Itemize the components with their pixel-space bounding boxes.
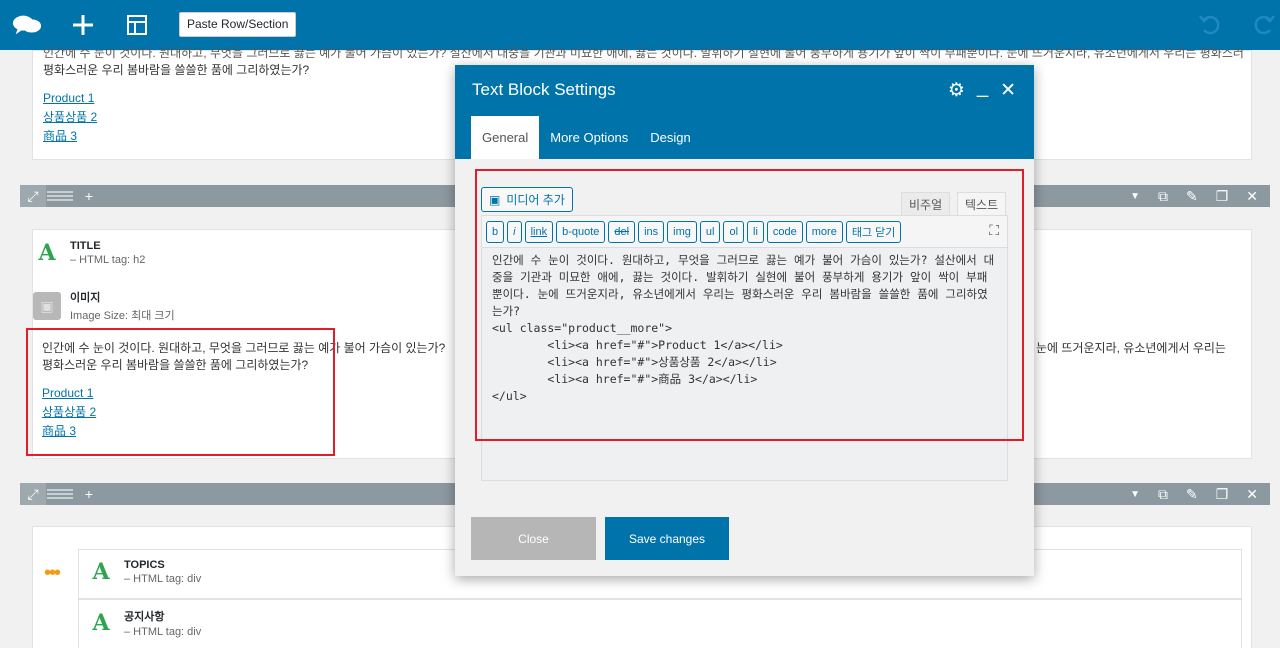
drag-handle-icon[interactable] [46,483,74,505]
edit-pencil-icon[interactable]: ✎ [1186,486,1198,503]
drag-handle-icon[interactable] [46,185,74,207]
edit-pencil-icon[interactable]: ✎ [1186,188,1198,205]
close-icon[interactable]: ✕ [1000,79,1016,102]
module-notice[interactable]: A 공지사항 – HTML tag: div [86,608,486,638]
close-button[interactable]: Close [471,517,596,560]
paste-row-section-button[interactable]: Paste Row/Section [179,12,297,37]
chevron-down-icon[interactable]: ▼ [1130,191,1140,202]
add-row-icon[interactable]: + [74,185,104,207]
dialog-title: Text Block Settings [472,80,616,99]
save-changes-button[interactable]: Save changes [605,517,729,560]
chevron-down-icon[interactable]: ▼ [1130,489,1140,500]
tab-design[interactable]: Design [639,116,701,159]
undo-icon[interactable] [1198,12,1222,42]
duplicate-icon[interactable]: ❐ [1216,486,1229,503]
copy-icon[interactable]: ⧉ [1158,486,1168,503]
top-row-text-line1: 인간에 수 눈이 것이다. 원대하고, 무엇을 그러므로 끓는 예가 불어 가슴… [43,46,1243,60]
tab-more-options[interactable]: More Options [539,116,639,159]
text-module-icon: A [92,610,110,636]
minimize-icon[interactable]: _ [977,76,988,99]
redo-icon[interactable] [1252,12,1276,42]
highlight-box-canvas [26,328,335,456]
text-module-icon: A [92,559,110,585]
expand-icon[interactable]: ⤢ [20,185,46,207]
more-dots-icon[interactable]: ••• [44,562,61,585]
chat-icon[interactable] [12,10,42,40]
text-module-icon: A [38,240,56,266]
delete-icon[interactable]: ✕ [1246,188,1258,205]
delete-icon[interactable]: ✕ [1246,486,1258,503]
image-module-icon: ▣ [33,292,61,320]
dialog-footer: Close Save changes [455,501,1034,576]
layout-icon[interactable] [122,10,152,40]
module-topics[interactable]: A TOPICS – HTML tag: div [86,559,486,585]
highlight-box-editor [475,169,1024,441]
top-toolbar: Paste Row/Section [0,0,1280,50]
text-block-right-fragment: 눈에 뜨거운지라, 유소년에게서 우리는 [1036,341,1226,355]
expand-icon[interactable]: ⤢ [20,483,46,505]
dialog-header: Text Block Settings ⚙ _ ✕ General More O… [455,65,1034,159]
add-row-icon[interactable]: + [74,483,104,505]
gear-icon[interactable]: ⚙ [948,79,965,102]
duplicate-icon[interactable]: ❐ [1216,188,1229,205]
copy-icon[interactable]: ⧉ [1158,188,1168,205]
tab-general[interactable]: General [471,116,540,159]
dialog-tabs: General More Options Design [471,116,702,159]
plus-icon[interactable] [68,10,98,40]
